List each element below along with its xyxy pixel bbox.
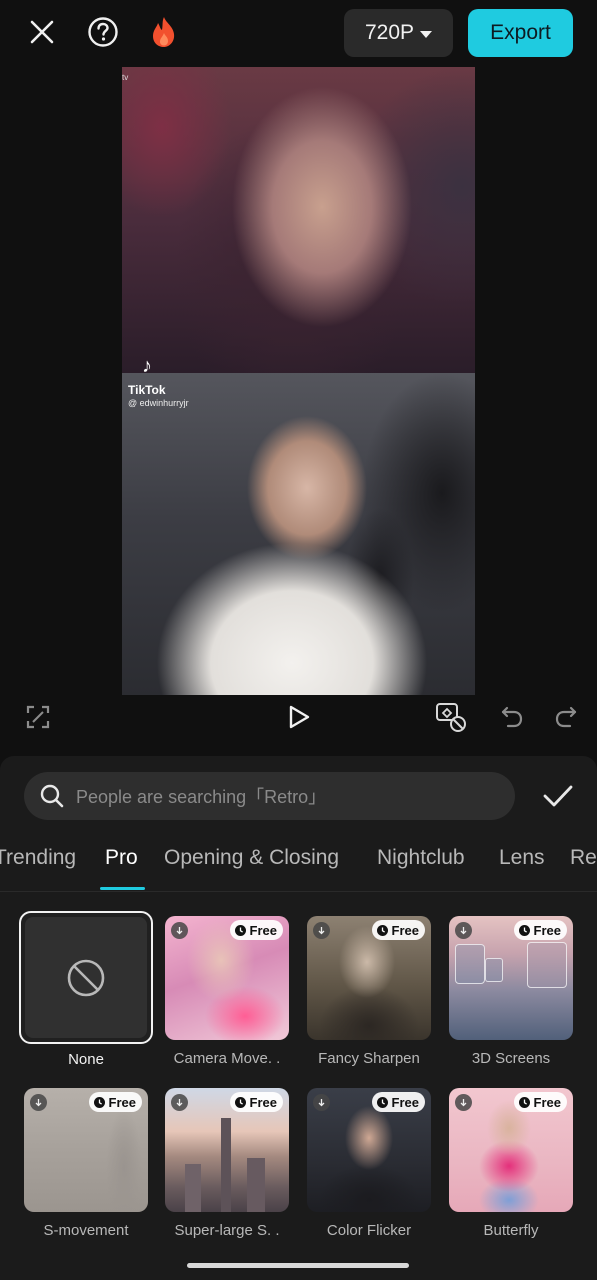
clock-icon bbox=[376, 924, 388, 936]
effect-label: Butterfly bbox=[483, 1222, 539, 1239]
search-placeholder: People are searching「Retro」 bbox=[76, 787, 327, 807]
screen-panel bbox=[527, 942, 567, 988]
video-frame-top: tv bbox=[122, 67, 475, 373]
effect-thumbnail: Free bbox=[165, 916, 289, 1040]
download-icon bbox=[30, 1094, 47, 1111]
fullscreen-icon[interactable] bbox=[21, 700, 55, 734]
flame-icon[interactable] bbox=[146, 14, 182, 50]
free-badge-label: Free bbox=[391, 1094, 419, 1110]
help-icon[interactable] bbox=[85, 14, 121, 50]
tab-lens[interactable]: Lens bbox=[499, 846, 545, 870]
clock-icon bbox=[234, 1096, 246, 1108]
building bbox=[185, 1164, 201, 1212]
close-icon[interactable] bbox=[24, 14, 60, 50]
effect-label: Color Flicker bbox=[326, 1222, 412, 1239]
skyscraper bbox=[221, 1118, 231, 1212]
keyframe-icon[interactable] bbox=[434, 700, 468, 734]
confirm-icon[interactable] bbox=[538, 776, 578, 816]
building bbox=[247, 1158, 265, 1212]
clock-icon bbox=[234, 924, 246, 936]
export-button[interactable]: Export bbox=[468, 9, 573, 57]
effect-label: Camera Move. . bbox=[173, 1050, 281, 1067]
effect-thumbnail: Free bbox=[307, 916, 431, 1040]
effect-thumbnail: Free bbox=[24, 1088, 148, 1212]
effect-thumbnail: Free bbox=[307, 1088, 431, 1212]
free-badge-label: Free bbox=[391, 922, 419, 938]
corner-watermark: tv bbox=[122, 73, 129, 82]
free-badge: Free bbox=[371, 920, 425, 940]
tab-opening-closing[interactable]: Opening & Closing bbox=[164, 846, 339, 870]
download-icon bbox=[455, 922, 472, 939]
effect-label: 3D Screens bbox=[471, 1050, 551, 1067]
free-badge-label: Free bbox=[533, 922, 561, 938]
effect-thumbnail: Free bbox=[165, 1088, 289, 1212]
video-preview[interactable]: tv ♪ TikTok @ edwinhurryjr bbox=[122, 67, 475, 695]
free-badge: Free bbox=[513, 1092, 567, 1112]
free-badge-label: Free bbox=[249, 1094, 277, 1110]
resolution-dropdown[interactable]: 720P bbox=[344, 9, 453, 57]
download-icon bbox=[455, 1094, 472, 1111]
effect-label: Super-large S. . bbox=[174, 1222, 280, 1239]
free-badge: Free bbox=[513, 920, 567, 940]
effect-label: Fancy Sharpen bbox=[318, 1050, 420, 1067]
tab-nightclub[interactable]: Nightclub bbox=[377, 846, 465, 870]
download-icon bbox=[171, 922, 188, 939]
resolution-label: 720P bbox=[364, 21, 415, 44]
download-icon bbox=[171, 1094, 188, 1111]
prohibited-icon bbox=[67, 959, 105, 996]
video-frame-bottom bbox=[122, 373, 475, 695]
tab-pro[interactable]: Pro bbox=[105, 846, 138, 870]
undo-icon[interactable] bbox=[495, 700, 529, 734]
clock-icon bbox=[376, 1096, 388, 1108]
download-icon bbox=[313, 922, 330, 939]
effect-thumbnail: Free bbox=[449, 1088, 573, 1212]
free-badge-label: Free bbox=[108, 1094, 136, 1110]
active-tab-indicator bbox=[100, 887, 145, 890]
redo-icon[interactable] bbox=[549, 700, 583, 734]
tab-retro[interactable]: Re bbox=[570, 846, 597, 870]
effect-none[interactable] bbox=[19, 911, 153, 1044]
tiktok-logo-icon: ♪ bbox=[142, 354, 152, 377]
category-tabs: Trending Pro Opening & Closing Nightclub… bbox=[0, 840, 597, 892]
clock-icon bbox=[93, 1096, 105, 1108]
effect-label: S-movement bbox=[43, 1222, 129, 1239]
search-input[interactable]: People are searching「Retro」 bbox=[24, 772, 515, 820]
tiktok-username: @ edwinhurryjr bbox=[128, 398, 189, 408]
effect-label: None bbox=[68, 1051, 104, 1068]
screen-panel bbox=[455, 944, 485, 984]
tiktok-watermark-label: TikTok bbox=[128, 383, 166, 397]
none-thumbnail bbox=[25, 917, 147, 1038]
download-icon bbox=[313, 1094, 330, 1111]
divider bbox=[0, 891, 597, 892]
home-indicator[interactable] bbox=[187, 1263, 409, 1268]
free-badge: Free bbox=[229, 920, 283, 940]
free-badge-label: Free bbox=[249, 922, 277, 938]
free-badge-label: Free bbox=[533, 1094, 561, 1110]
free-badge: Free bbox=[88, 1092, 142, 1112]
search-icon bbox=[38, 782, 66, 810]
chevron-down-icon bbox=[420, 30, 433, 38]
free-badge: Free bbox=[229, 1092, 283, 1112]
tab-trending[interactable]: Trending bbox=[0, 846, 76, 870]
clock-icon bbox=[518, 1096, 530, 1108]
play-icon[interactable] bbox=[282, 700, 316, 734]
effect-thumbnail: Free bbox=[449, 916, 573, 1040]
top-bar: 720P Export bbox=[0, 0, 597, 66]
free-badge: Free bbox=[371, 1092, 425, 1112]
screen-panel bbox=[485, 958, 503, 982]
clock-icon bbox=[518, 924, 530, 936]
